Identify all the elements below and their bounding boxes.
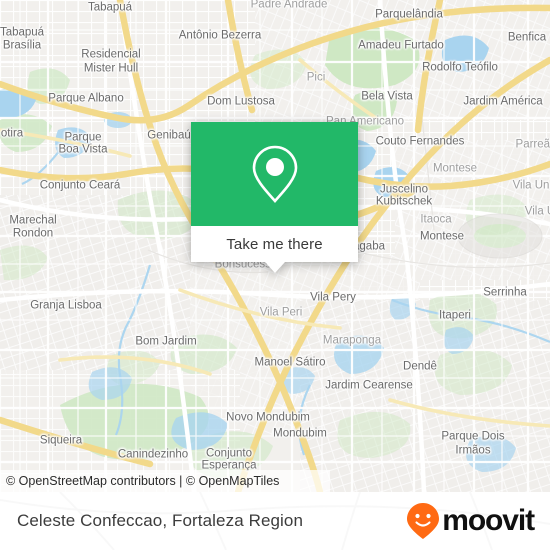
- moovit-wordmark: moovit: [442, 504, 535, 537]
- page-title: Celeste Confeccao, Fortaleza Region: [17, 511, 304, 530]
- moovit-pin-icon: [407, 503, 440, 539]
- attribution-text: © OpenStreetMap contributors | © OpenMap…: [6, 474, 280, 488]
- bottom-bar: Celeste Confeccao, Fortaleza Region moov…: [0, 492, 550, 550]
- map-attribution[interactable]: © OpenStreetMap contributors | © OpenMap…: [0, 470, 330, 492]
- take-me-there-label: Take me there: [226, 235, 323, 253]
- popup-footer[interactable]: Take me there: [191, 226, 358, 273]
- popup-image: [191, 122, 358, 226]
- place-popup-card[interactable]: Take me there: [191, 122, 358, 273]
- map-viewport[interactable]: Tabapuá Padre Andrade Parquelândia Tabapuá B…: [0, 0, 550, 492]
- popup-tail: [264, 262, 285, 273]
- moovit-logo[interactable]: moovit: [406, 502, 535, 540]
- location-pin-icon: [252, 145, 297, 203]
